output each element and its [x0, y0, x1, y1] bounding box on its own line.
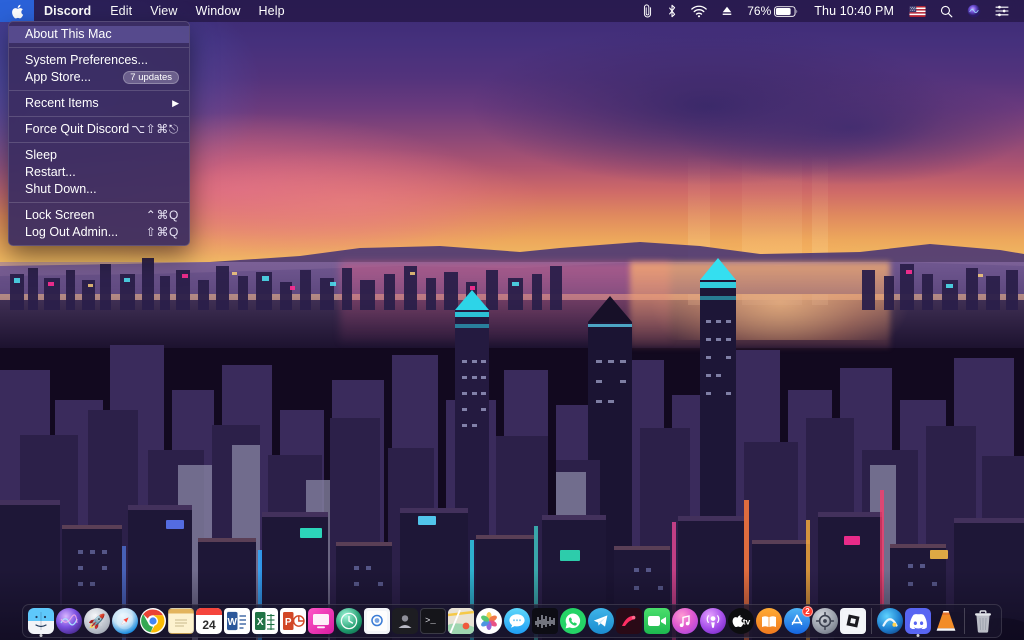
dock-item-audio-editor[interactable] [532, 608, 558, 634]
dock-item-arc-browser[interactable] [877, 608, 903, 634]
menu-item-label: System Preferences... [25, 53, 148, 67]
control-center-icon[interactable] [988, 0, 1016, 22]
apple-menu-button[interactable] [0, 0, 34, 22]
dock-item-itunes[interactable] [672, 608, 698, 634]
eject-icon[interactable] [714, 0, 740, 22]
siri-icon[interactable] [960, 0, 988, 22]
bluetooth-icon[interactable] [660, 0, 684, 22]
menu-bar-item-window[interactable]: Window [186, 0, 249, 22]
dock-item-terminal[interactable]: >_ [420, 608, 446, 634]
dock-item-photos[interactable] [476, 608, 502, 634]
us-flag-icon[interactable] [902, 0, 933, 22]
wifi-icon[interactable] [684, 0, 714, 22]
dock-item-maps[interactable] [448, 608, 474, 634]
menu-bar-clock[interactable]: Thu 10:40 PM [806, 0, 902, 22]
terminal-prompt-glyph: >_ [425, 615, 436, 626]
dock-item-trash[interactable] [970, 608, 996, 634]
dock-item-messages[interactable] [504, 608, 530, 634]
menu-item-sleep[interactable]: Sleep [9, 147, 189, 164]
dock-item-excel[interactable]: X [252, 608, 278, 634]
menu-separator [9, 116, 189, 117]
apple-logo-icon [12, 4, 24, 18]
spotlight-search-icon[interactable] [933, 0, 960, 22]
dock-item-system-preferences[interactable] [812, 608, 838, 634]
menu-item-shortcut: ⌃⌘Q [145, 208, 179, 222]
menu-item-lock-screen[interactable]: Lock Screen ⌃⌘Q [9, 207, 189, 224]
dock-item-notes[interactable] [168, 608, 194, 634]
menu-item-log-out[interactable]: Log Out Admin... ⇧⌘Q [9, 224, 189, 241]
menu-item-shortcut: ⇧⌘Q [145, 225, 179, 239]
menu-separator [9, 142, 189, 143]
menu-item-shut-down[interactable]: Shut Down... [9, 181, 189, 198]
menu-separator [9, 90, 189, 91]
menu-item-label: About This Mac [25, 27, 112, 41]
dock-item-podcasts[interactable] [700, 608, 726, 634]
svg-text:P: P [285, 617, 292, 628]
battery-icon[interactable] [774, 0, 806, 22]
apple-menu-dropdown[interactable]: About This Mac System Preferences... App… [8, 21, 190, 246]
dock[interactable]: 🚀 24 W X P >_ tv 2 [22, 604, 1002, 638]
dock-item-chrome[interactable] [140, 608, 166, 634]
menu-separator [9, 202, 189, 203]
dock-item-roblox[interactable] [840, 608, 866, 634]
menu-item-label: Force Quit Discord [25, 122, 130, 136]
submenu-arrow-icon: ▶ [172, 98, 179, 108]
dock-item-whatsapp[interactable] [560, 608, 586, 634]
menu-item-shortcut: ⌥⇧⌘⎋ [131, 122, 179, 136]
menu-bar-left-items: Discord Edit View Window Help [0, 0, 294, 22]
dock-item-word[interactable]: W [224, 608, 250, 634]
menu-item-label: Lock Screen [25, 208, 95, 222]
menu-bar-item-app-name[interactable]: Discord [34, 0, 101, 22]
dock-running-indicator [39, 634, 43, 637]
dock-item-adobe-app[interactable] [616, 608, 642, 634]
dock-item-siri[interactable] [56, 608, 82, 634]
dock-running-indicator [916, 634, 920, 637]
dock-item-tor-browser[interactable] [392, 608, 418, 634]
battery-percentage-label: 76% [747, 4, 772, 18]
svg-text:W: W [227, 617, 237, 628]
menu-item-restart[interactable]: Restart... [9, 164, 189, 181]
dock-item-facetime[interactable] [644, 608, 670, 634]
dock-item-telegram[interactable] [588, 608, 614, 634]
dock-item-finder[interactable] [28, 608, 54, 637]
menu-item-about-this-mac[interactable]: About This Mac [9, 26, 189, 43]
menu-item-label: Shut Down... [25, 182, 97, 196]
dock-item-apple-tv[interactable]: tv [728, 608, 754, 634]
svg-text:tv: tv [743, 616, 751, 626]
paperclip-icon[interactable] [635, 0, 660, 22]
menu-item-label: Restart... [25, 165, 76, 179]
menu-item-force-quit[interactable]: Force Quit Discord ⌥⇧⌘⎋ [9, 121, 189, 138]
menu-item-recent-items[interactable]: Recent Items ▶ [9, 95, 189, 112]
dock-item-safari[interactable] [112, 608, 138, 634]
dock-separator [964, 608, 965, 634]
menu-bar: Discord Edit View Window Help 76% Thu 10… [0, 0, 1024, 22]
dock-item-calendar[interactable]: 24 [196, 608, 222, 634]
menu-bar-status-items: 76% Thu 10:40 PM [635, 0, 1024, 22]
dock-item-vlc[interactable] [933, 608, 959, 634]
dock-item-discord[interactable] [905, 608, 931, 637]
dock-item-books[interactable] [756, 608, 782, 634]
menu-item-system-preferences[interactable]: System Preferences... [9, 52, 189, 69]
svg-text:X: X [257, 617, 264, 628]
menu-item-label: Log Out Admin... [25, 225, 119, 239]
menu-item-label: Recent Items [25, 96, 99, 110]
dock-separator [871, 608, 872, 634]
dock-item-preview[interactable] [364, 608, 390, 634]
menu-bar-item-help[interactable]: Help [250, 0, 294, 22]
menu-separator [9, 47, 189, 48]
calendar-day-number: 24 [202, 617, 216, 632]
dock-item-time-machine[interactable] [336, 608, 362, 634]
menu-item-app-store[interactable]: App Store... 7 updates [9, 69, 189, 86]
dock-item-launchpad[interactable]: 🚀 [84, 608, 110, 634]
menu-item-label: App Store... [25, 70, 92, 84]
dock-item-powerpoint[interactable]: P [280, 608, 306, 634]
dock-item-app-store[interactable]: 2 [784, 606, 813, 634]
app-store-badge-count: 2 [802, 606, 813, 617]
dock-item-screen-sharing[interactable] [308, 608, 334, 634]
menu-bar-item-edit[interactable]: Edit [101, 0, 141, 22]
rocket-icon: 🚀 [88, 613, 106, 629]
menu-bar-item-view[interactable]: View [141, 0, 186, 22]
menu-item-label: Sleep [25, 148, 57, 162]
app-store-updates-badge: 7 updates [123, 71, 179, 84]
